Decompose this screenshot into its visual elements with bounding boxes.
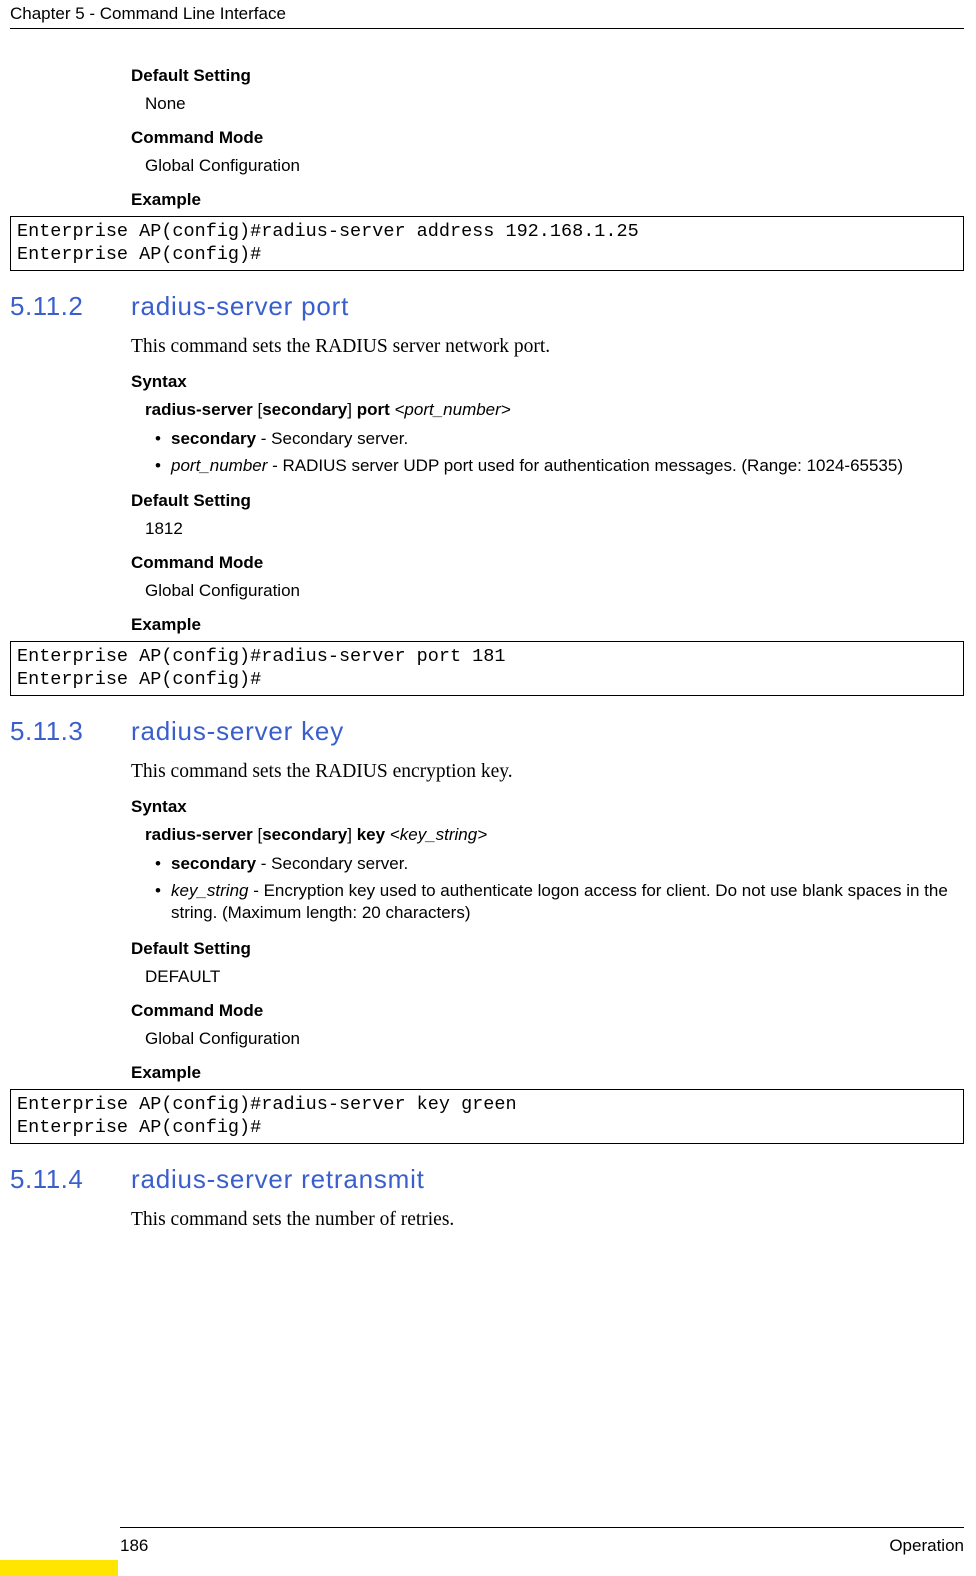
param-name: secondary — [171, 854, 256, 873]
syntax-token: radius-server — [145, 825, 253, 844]
section-number: 5.11.2 — [10, 291, 131, 322]
param-desc: - RADIUS server UDP port used for authen… — [267, 456, 903, 475]
section-heading: 5.11.2 radius-server port — [10, 291, 964, 322]
header-rule — [10, 28, 964, 29]
default-setting-label: Default Setting — [131, 491, 964, 511]
syntax-token: secondary — [262, 400, 347, 419]
syntax-token: secondary — [262, 825, 347, 844]
section-number: 5.11.4 — [10, 1164, 131, 1195]
section-body: This command sets the RADIUS encryption … — [131, 761, 964, 1082]
syntax-line: radius-server [secondary] port <port_num… — [145, 400, 964, 420]
page-number: 186 — [120, 1536, 148, 1556]
command-mode-value: Global Configuration — [145, 1029, 964, 1049]
section-description: This command sets the RADIUS server netw… — [131, 336, 964, 358]
param-item: port_number - RADIUS server UDP port use… — [155, 455, 964, 477]
syntax-line: radius-server [secondary] key <key_strin… — [145, 825, 964, 845]
section-heading: 5.11.4 radius-server retransmit — [10, 1164, 964, 1195]
param-name: key_string — [171, 881, 248, 900]
content-area: Default Setting None Command Mode Global… — [10, 66, 964, 1239]
param-name: secondary — [171, 429, 256, 448]
param-desc: - Encryption key used to authenticate lo… — [171, 881, 948, 922]
example-label: Example — [131, 1063, 964, 1083]
code-line: Enterprise AP(config)# — [17, 244, 261, 265]
page: Chapter 5 - Command Line Interface Defau… — [0, 0, 976, 1576]
syntax-arg: <port_number> — [394, 400, 510, 419]
param-list: secondary - Secondary server. key_string… — [155, 853, 964, 924]
section-body: This command sets the RADIUS server netw… — [131, 336, 964, 635]
section-heading: 5.11.3 radius-server key — [10, 716, 964, 747]
default-setting-label: Default Setting — [131, 66, 964, 86]
code-example: Enterprise AP(config)#radius-server addr… — [10, 216, 964, 271]
corner-tab — [0, 1560, 118, 1576]
footer-rule — [120, 1527, 964, 1528]
command-mode-value: Global Configuration — [145, 156, 964, 176]
code-line: Enterprise AP(config)#radius-server port… — [17, 646, 505, 667]
syntax-token: radius-server — [145, 400, 253, 419]
syntax-token: [ — [253, 400, 262, 419]
section-description: This command sets the number of retries. — [131, 1209, 964, 1231]
section-title: radius-server retransmit — [131, 1164, 425, 1195]
code-line: Enterprise AP(config)#radius-server key … — [17, 1094, 517, 1115]
code-line: Enterprise AP(config)#radius-server addr… — [17, 221, 639, 242]
example-label: Example — [131, 190, 964, 210]
section-tail: Default Setting None Command Mode Global… — [131, 66, 964, 210]
section-title: radius-server key — [131, 716, 344, 747]
code-example: Enterprise AP(config)#radius-server key … — [10, 1089, 964, 1144]
example-label: Example — [131, 615, 964, 635]
footer-label: Operation — [889, 1536, 964, 1556]
section-body: This command sets the number of retries. — [131, 1209, 964, 1231]
param-desc: - Secondary server. — [256, 429, 408, 448]
command-mode-label: Command Mode — [131, 553, 964, 573]
default-setting-label: Default Setting — [131, 939, 964, 959]
syntax-token: ] — [347, 400, 356, 419]
syntax-token: key — [357, 825, 385, 844]
code-example: Enterprise AP(config)#radius-server port… — [10, 641, 964, 696]
default-setting-value: 1812 — [145, 519, 964, 539]
section-number: 5.11.3 — [10, 716, 131, 747]
command-mode-value: Global Configuration — [145, 581, 964, 601]
syntax-label: Syntax — [131, 797, 964, 817]
param-desc: - Secondary server. — [256, 854, 408, 873]
syntax-token: [ — [253, 825, 262, 844]
syntax-token: port — [357, 400, 390, 419]
code-line: Enterprise AP(config)# — [17, 669, 261, 690]
param-name: port_number — [171, 456, 267, 475]
default-setting-value: DEFAULT — [145, 967, 964, 987]
section-title: radius-server port — [131, 291, 349, 322]
syntax-label: Syntax — [131, 372, 964, 392]
command-mode-label: Command Mode — [131, 1001, 964, 1021]
default-setting-value: None — [145, 94, 964, 114]
code-line: Enterprise AP(config)# — [17, 1117, 261, 1138]
running-header: Chapter 5 - Command Line Interface — [10, 4, 286, 24]
param-list: secondary - Secondary server. port_numbe… — [155, 428, 964, 477]
syntax-arg: <key_string> — [390, 825, 487, 844]
param-item: secondary - Secondary server. — [155, 428, 964, 450]
param-item: key_string - Encryption key used to auth… — [155, 880, 964, 925]
section-description: This command sets the RADIUS encryption … — [131, 761, 964, 783]
param-item: secondary - Secondary server. — [155, 853, 964, 875]
command-mode-label: Command Mode — [131, 128, 964, 148]
syntax-token: ] — [347, 825, 356, 844]
